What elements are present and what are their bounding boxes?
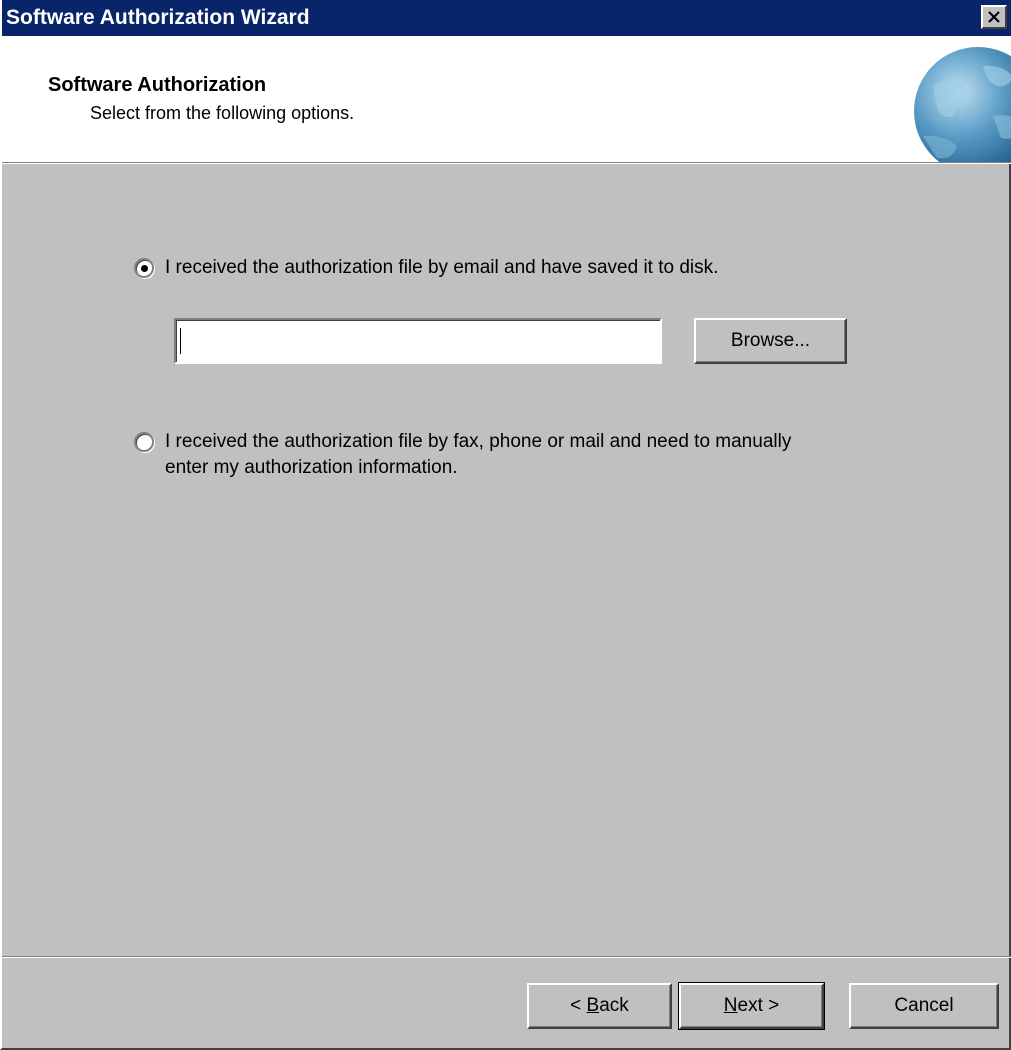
option-manual[interactable]: I received the authorization file by fax… <box>134 429 791 481</box>
page-title: Software Authorization <box>48 74 267 96</box>
file-path-input[interactable] <box>174 318 662 364</box>
next-button-mnemonic: N <box>723 995 738 1016</box>
option-manual-label: I received the authorization file by fax… <box>165 429 791 481</box>
browse-button[interactable]: Browse... <box>694 318 847 364</box>
page-subtitle: Select from the following options. <box>90 103 355 123</box>
window-title: Software Authorization Wizard <box>6 6 310 29</box>
back-button-mnemonic: B <box>586 995 600 1016</box>
radio-manual[interactable] <box>134 432 154 452</box>
close-button[interactable] <box>981 5 1007 29</box>
browse-button-label: Browse... <box>730 330 811 351</box>
next-button[interactable]: Next > <box>678 982 825 1030</box>
header-divider <box>2 162 1011 164</box>
footer-divider <box>2 956 1011 958</box>
cancel-button-label: Cancel <box>894 995 954 1016</box>
option-manual-label-line2: enter my authorization information. <box>165 457 458 478</box>
option-email-label: I received the authorization file by ema… <box>165 257 719 278</box>
back-button-rest: ack <box>599 995 629 1016</box>
radio-selected-dot <box>140 264 148 272</box>
cancel-button[interactable]: Cancel <box>849 983 999 1029</box>
text-caret <box>180 328 181 354</box>
back-button[interactable]: < Back <box>527 983 672 1029</box>
wizard-window: Software Authorization Wizard Software A… <box>0 0 1011 1050</box>
option-email[interactable]: I received the authorization file by ema… <box>134 255 718 281</box>
option-manual-label-line1: I received the authorization file by fax… <box>165 431 792 452</box>
next-button-rest: ext > <box>737 995 780 1016</box>
close-icon <box>988 11 1000 23</box>
wizard-header: Software Authorization Select from the f… <box>2 36 1011 162</box>
back-button-prefix: < <box>570 995 587 1016</box>
radio-email[interactable] <box>134 258 154 278</box>
globe-icon <box>914 47 1011 162</box>
title-bar[interactable]: Software Authorization Wizard <box>2 0 1011 36</box>
